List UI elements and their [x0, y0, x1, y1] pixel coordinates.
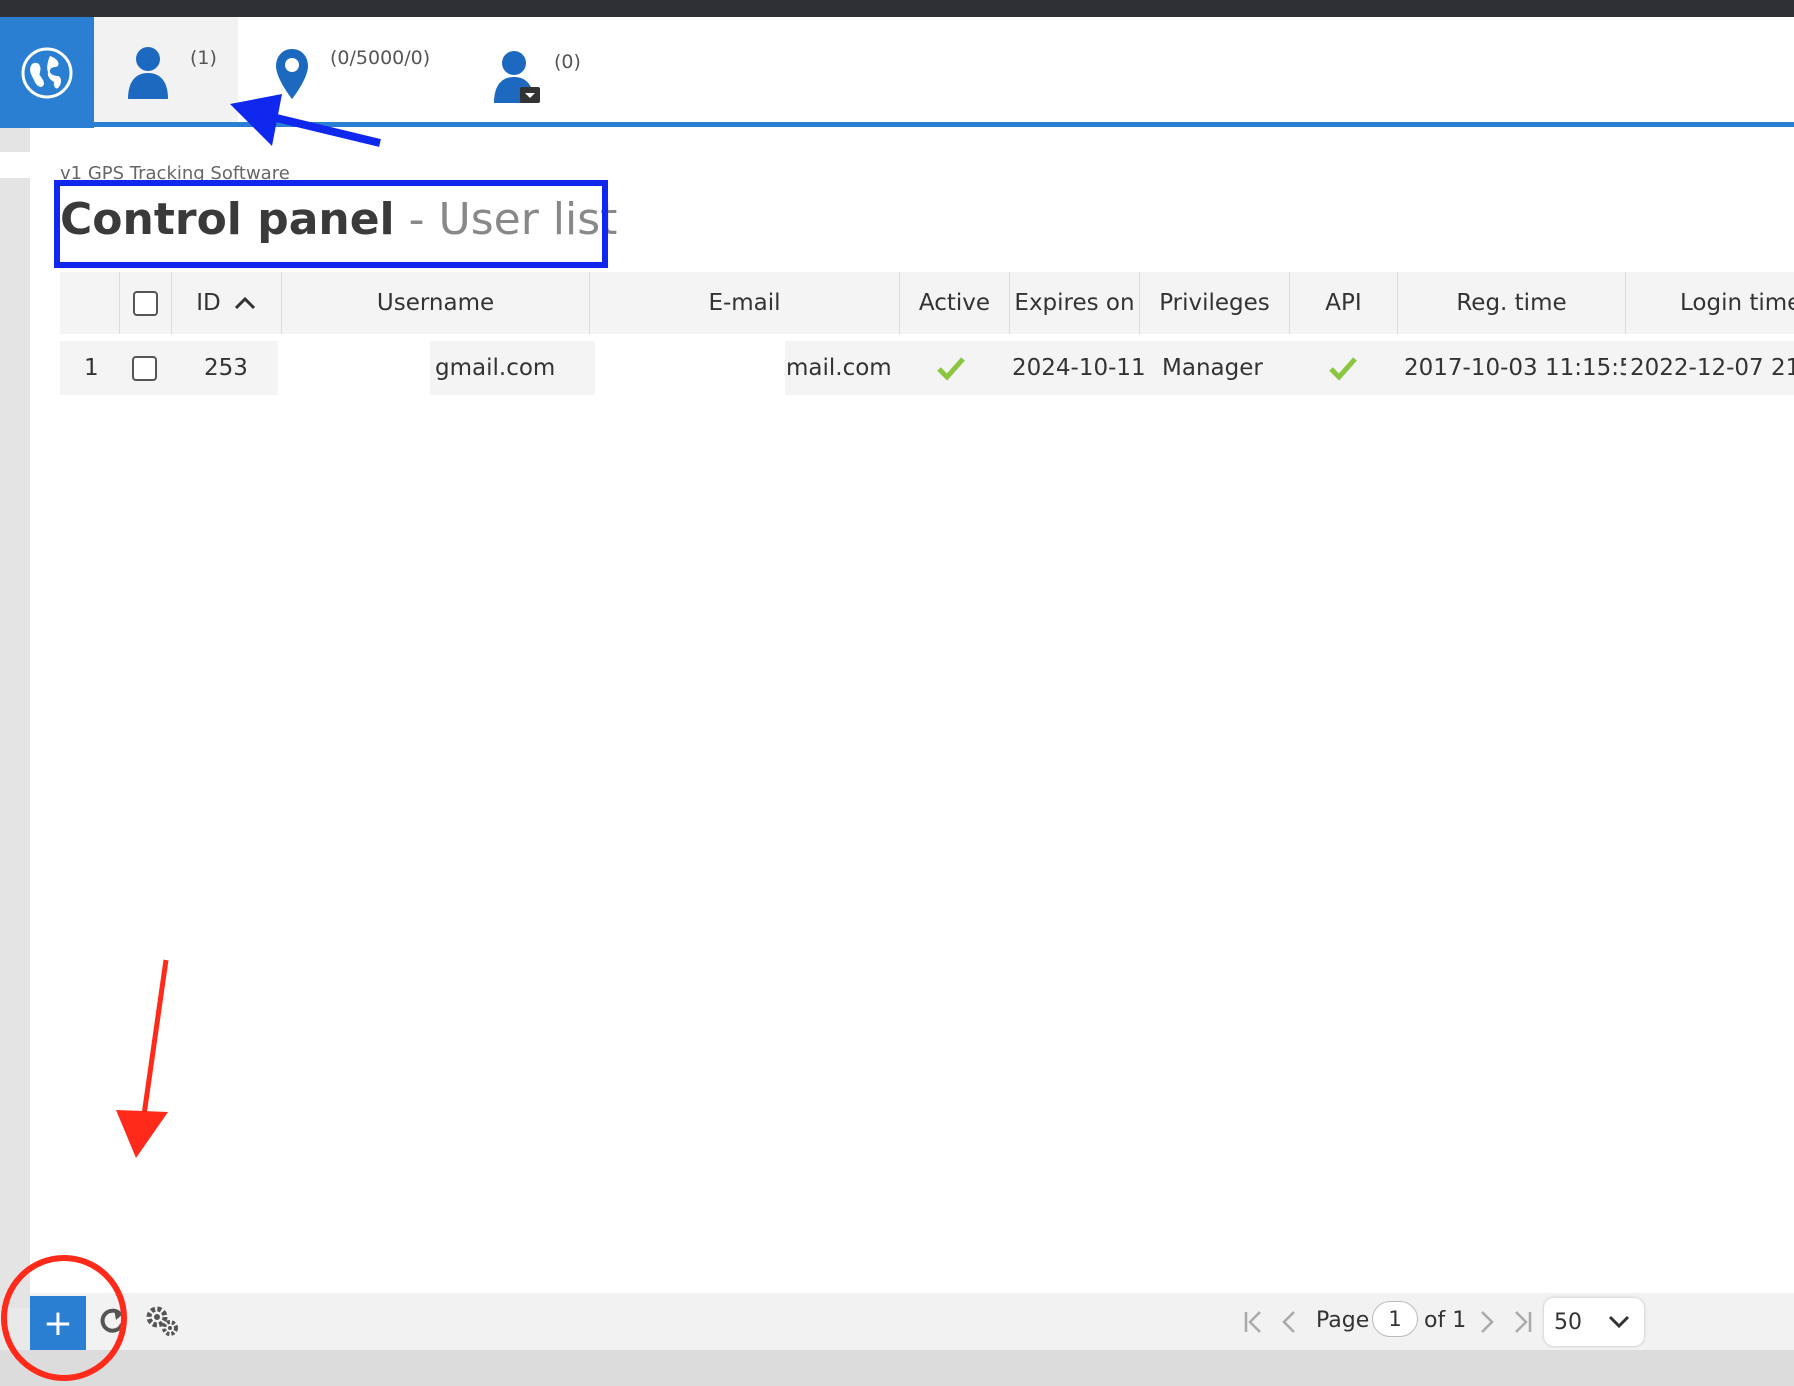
header-expires-label: Expires on — [1014, 290, 1135, 316]
window-top-strip — [0, 0, 1794, 17]
select-all-checkbox[interactable] — [133, 290, 158, 316]
next-page-icon[interactable] — [1478, 1310, 1496, 1334]
gears-icon[interactable] — [144, 1304, 180, 1338]
row-checkbox[interactable] — [132, 355, 157, 381]
header-username-label: Username — [376, 290, 495, 316]
page-label: Page — [1316, 1308, 1370, 1333]
check-icon — [1329, 357, 1357, 381]
page-count-label: of 1 — [1424, 1308, 1467, 1333]
cell-email: mail.com — [786, 355, 892, 381]
cell-active — [936, 341, 966, 395]
cell-expires: 2024-10-11 — [1012, 355, 1146, 381]
prev-page-icon[interactable] — [1280, 1310, 1298, 1334]
last-page-icon[interactable] — [1512, 1310, 1534, 1334]
objects-tab[interactable]: (0/5000/0) — [260, 17, 460, 122]
check-icon — [937, 357, 965, 381]
row-number: 1 — [84, 355, 99, 381]
objects-count: (0/5000/0) — [330, 47, 431, 69]
toolbar-accent-line — [94, 122, 1794, 127]
header-expires[interactable]: Expires on — [1010, 272, 1140, 334]
header-active[interactable]: Active — [900, 272, 1010, 334]
globe-icon — [21, 47, 73, 98]
header-select-all — [120, 272, 172, 334]
header-privileges[interactable]: Privileges — [1140, 272, 1290, 334]
header-api[interactable]: API — [1290, 272, 1398, 334]
cell-api — [1328, 341, 1358, 395]
header-email-label: E-mail — [708, 290, 781, 316]
header-reg-time-label: Reg. time — [1456, 290, 1567, 316]
user-icon — [128, 47, 168, 99]
cell-login-time: 2022-12-07 21: — [1630, 355, 1794, 381]
header-api-label: API — [1325, 290, 1362, 316]
header-id-label: ID — [196, 290, 221, 316]
plus-icon: + — [42, 1302, 74, 1344]
header-login-time[interactable]: Login time — [1626, 272, 1794, 334]
refresh-icon[interactable] — [98, 1306, 128, 1336]
table-header: ID Username E-mail Active Expires on Pri… — [60, 272, 1794, 334]
page-size-value: 50 — [1554, 1309, 1582, 1335]
app-caption: v1 GPS Tracking Software — [60, 163, 290, 180]
sort-asc-icon — [234, 296, 255, 310]
map-marker-icon — [276, 49, 308, 99]
header-reg-time[interactable]: Reg. time — [1398, 272, 1626, 334]
subaccounts-tab[interactable]: (0) — [480, 17, 610, 122]
first-page-icon[interactable] — [1242, 1310, 1264, 1334]
row-select — [132, 341, 157, 395]
header-email[interactable]: E-mail — [590, 272, 900, 334]
users-count: (1) — [190, 47, 217, 69]
left-side-strip — [0, 128, 30, 1308]
subaccount-user-icon — [494, 51, 540, 103]
add-user-button[interactable]: + — [30, 1296, 86, 1350]
users-tab[interactable]: (1) — [94, 17, 238, 122]
page-number-input[interactable]: 1 — [1372, 1301, 1418, 1337]
header-username[interactable]: Username — [282, 272, 590, 334]
table-row[interactable]: 1 253 gmail.com mail.com 2024-10-11 Mana… — [60, 341, 1794, 395]
header-login-time-label: Login time — [1680, 290, 1794, 316]
globe-button[interactable] — [0, 17, 94, 128]
content-panel: v1 GPS Tracking Software Control panel -… — [30, 128, 1794, 1293]
footer-shadow — [0, 1350, 1794, 1386]
main-toolbar: (1) (0/5000/0) (0) — [0, 17, 1794, 128]
email-redaction — [595, 341, 785, 395]
cell-id: 253 — [204, 355, 248, 381]
cell-reg-time: 2017-10-03 11:15:56 — [1404, 355, 1626, 381]
cell-privileges: Manager — [1162, 355, 1263, 381]
chevron-down-icon — [1608, 1315, 1630, 1329]
title-highlight-box — [54, 180, 608, 268]
header-privileges-label: Privileges — [1159, 290, 1270, 316]
cell-username: gmail.com — [435, 355, 556, 381]
subaccounts-count: (0) — [554, 51, 581, 73]
header-active-label: Active — [918, 290, 991, 316]
page-size-select[interactable]: 50 — [1544, 1298, 1644, 1346]
strip-notch — [0, 152, 30, 178]
header-id[interactable]: ID — [172, 272, 282, 334]
header-rownum — [60, 272, 120, 334]
